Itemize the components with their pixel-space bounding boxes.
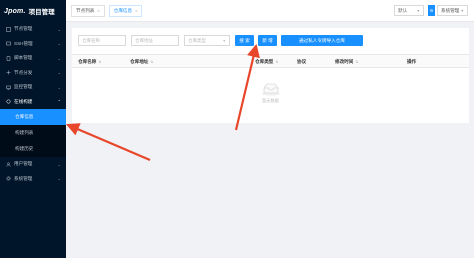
sidebar-subitem-build-list[interactable]: 构建列表 xyxy=(0,125,66,141)
repo-address-placeholder: 仓库地址 xyxy=(135,37,153,43)
monitor-icon xyxy=(6,85,11,90)
gear-icon: ⚙ xyxy=(429,8,434,13)
chevron-down-icon: ▼ xyxy=(222,38,226,43)
tab-repositories[interactable]: 仓库信息 × xyxy=(108,4,143,17)
app-title: 项目管理 xyxy=(28,9,55,16)
chevron-down-icon: ⌄ xyxy=(57,70,61,76)
tab-node-list[interactable]: 节点列表 × xyxy=(71,4,105,17)
column-label: 仓库类型 xyxy=(255,59,274,64)
column-header[interactable]: 仓库名称 ⇅ xyxy=(78,59,101,65)
sort-icon: ⇅ xyxy=(150,60,154,64)
column-label: 修改时间 xyxy=(335,59,354,64)
chevron-down-icon: ⌄ xyxy=(57,26,61,32)
build-icon xyxy=(6,99,11,104)
top-right-controls: 默认 ▼ ⚙ 系统管理 ▼ xyxy=(394,5,468,16)
terminal-icon xyxy=(6,42,11,46)
chevron-up-icon: ⌃ xyxy=(57,99,61,105)
workspace-value: 默认 xyxy=(398,7,408,13)
column-header[interactable]: 修改时间 ⇅ xyxy=(335,59,358,65)
sidebar-item-label: 系统管理 xyxy=(14,175,33,181)
column-header: 协议 xyxy=(297,59,306,65)
user-icon xyxy=(6,162,11,167)
filter-toolbar: 仓库名称 仓库地址 仓库类型 ▼ 搜 索 新 增 通过私人令牌导入仓库 xyxy=(78,35,367,46)
repository-table: 仓库名称 ⇅ 仓库地址 ⇅ 仓库类型 ⇅ 协议 修改时间 ⇅ 操作 暂无数据 xyxy=(72,54,469,118)
sort-icon: ⇅ xyxy=(355,60,359,64)
sidebar-item-label: 脚本管理 xyxy=(14,55,33,61)
column-header: 操作 xyxy=(407,59,416,65)
repo-name-placeholder: 仓库名称 xyxy=(82,37,100,43)
sidebar-item-system[interactable]: 系统管理 ⌄ xyxy=(0,172,66,187)
chevron-down-icon: ⌄ xyxy=(57,84,61,90)
empty-state: 暂无数据 xyxy=(72,68,469,118)
close-icon[interactable]: × xyxy=(135,8,137,13)
repo-address-input[interactable]: 仓库地址 xyxy=(131,35,179,46)
column-label: 仓库名称 xyxy=(78,59,97,64)
brand-logo: Jpom. xyxy=(4,7,26,15)
annotation-arrow-to-repositories xyxy=(65,123,151,162)
sidebar-item-label: 节点分发 xyxy=(14,69,33,75)
workspace-settings-button[interactable]: ⚙ xyxy=(428,5,435,16)
sidebar-item-nodes[interactable]: 节点管理 ⌄ xyxy=(0,22,66,37)
column-label: 协议 xyxy=(297,59,307,64)
chevron-down-icon: ⌄ xyxy=(57,41,61,47)
sidebar-item-scripts[interactable]: 脚本管理 ⌄ xyxy=(0,51,66,66)
repo-type-placeholder: 仓库类型 xyxy=(188,37,206,43)
column-label: 操作 xyxy=(407,59,417,64)
chevron-down-icon: ⌄ xyxy=(57,176,61,182)
settings-icon xyxy=(6,176,11,181)
column-label: 仓库地址 xyxy=(130,59,149,64)
app-logo: Jpom. 项目管理 xyxy=(0,0,66,22)
sort-icon: ⇅ xyxy=(275,60,279,64)
column-header[interactable]: 仓库地址 ⇅ xyxy=(130,59,153,65)
node-icon xyxy=(6,27,11,32)
column-header[interactable]: 仓库类型 ⇅ xyxy=(255,59,278,65)
sidebar-item-label: 在线构建 xyxy=(14,98,33,104)
sidebar-item-label: 监控管理 xyxy=(14,84,33,90)
repo-type-select[interactable]: 仓库类型 ▼ xyxy=(184,35,230,46)
chevron-down-icon: ⌄ xyxy=(57,161,61,167)
top-bar: 节点列表 × 仓库信息 × 默认 ▼ ⚙ 系统管理 ▼ xyxy=(66,0,474,22)
system-menu-dropdown[interactable]: 系统管理 ▼ xyxy=(437,5,468,16)
repo-name-input[interactable]: 仓库名称 xyxy=(78,35,126,46)
add-button[interactable]: 新 增 xyxy=(258,35,277,46)
workspace-select[interactable]: 默认 ▼ xyxy=(394,5,424,16)
search-button[interactable]: 搜 索 xyxy=(235,35,254,46)
script-icon xyxy=(6,56,11,61)
empty-box-icon xyxy=(261,83,280,96)
distribute-icon xyxy=(6,70,11,75)
sidebar-item-distribute[interactable]: 节点分发 ⌄ xyxy=(0,66,66,81)
sidebar-item-label: 节点管理 xyxy=(14,26,33,32)
sidebar-item-monitor[interactable]: 监控管理 ⌄ xyxy=(0,80,66,95)
tab-label: 节点列表 xyxy=(76,7,95,13)
chevron-down-icon: ▼ xyxy=(460,8,464,13)
repository-panel: 仓库名称 仓库地址 仓库类型 ▼ 搜 索 新 增 通过私人令牌导入仓库 仓库名称… xyxy=(72,28,469,123)
chevron-down-icon: ▼ xyxy=(416,8,420,13)
sort-icon: ⇅ xyxy=(98,60,102,64)
sidebar-item-build[interactable]: 在线构建 ⌃ xyxy=(0,95,66,110)
close-icon[interactable]: × xyxy=(97,8,99,13)
sidebar-item-users[interactable]: 用户管理 ⌄ xyxy=(0,157,66,172)
sidebar-item-ssh[interactable]: SSH管理 ⌄ xyxy=(0,37,66,52)
system-menu-label: 系统管理 xyxy=(441,7,460,13)
table-header: 仓库名称 ⇅ 仓库地址 ⇅ 仓库类型 ⇅ 协议 修改时间 ⇅ 操作 xyxy=(72,54,469,68)
chevron-down-icon: ⌄ xyxy=(57,55,61,61)
sidebar-item-label: 用户管理 xyxy=(14,161,33,167)
sidebar-subitem-build-history[interactable]: 构建历史 xyxy=(0,141,66,157)
sidebar-subitem-repositories[interactable]: 仓库信息 xyxy=(0,109,66,125)
sidebar: Jpom. 项目管理 节点管理 ⌄ SSH管理 ⌄ 脚本管理 ⌄ 节点分发 ⌄ … xyxy=(0,0,66,258)
submenu-build: 仓库信息 构建列表 构建历史 xyxy=(0,109,66,157)
import-by-token-button[interactable]: 通过私人令牌导入仓库 xyxy=(281,35,363,46)
empty-text: 暂无数据 xyxy=(262,98,279,103)
tab-label: 仓库信息 xyxy=(113,7,133,13)
sidebar-item-label: SSH管理 xyxy=(14,40,33,46)
